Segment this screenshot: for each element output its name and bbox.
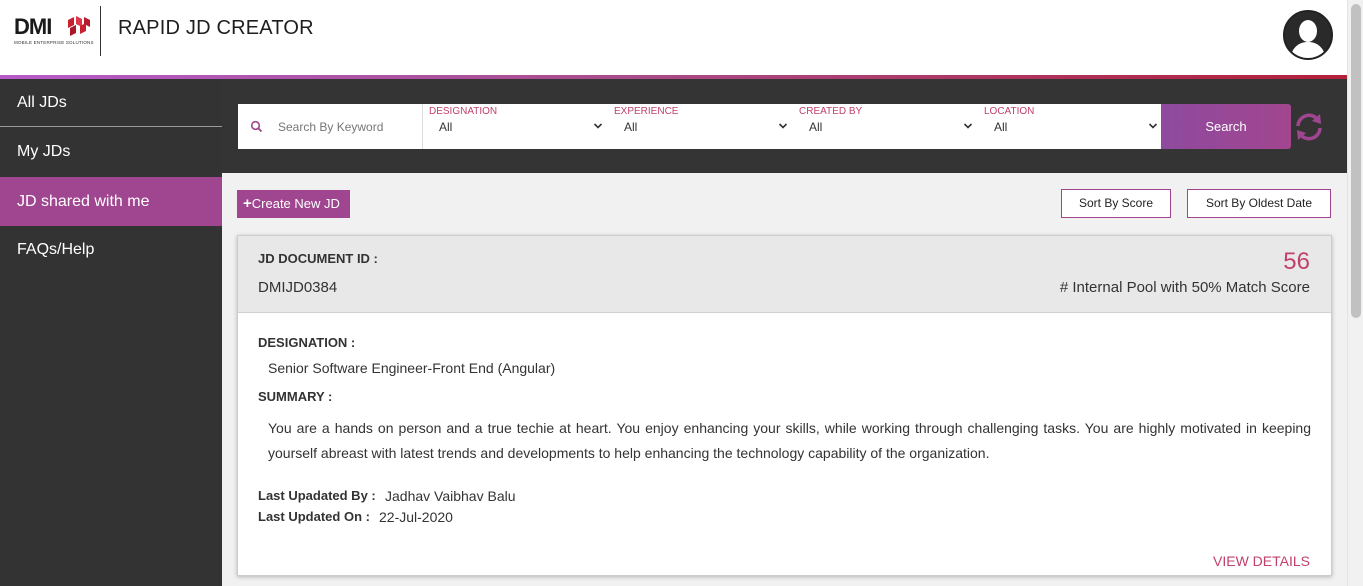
dmi-logo[interactable]: DMI MOBILE ENTERPRISE SOLUTIONS bbox=[14, 14, 94, 50]
logo-tagline: MOBILE ENTERPRISE SOLUTIONS bbox=[14, 40, 94, 45]
sidebar-item-my-jds[interactable]: My JDs bbox=[0, 128, 222, 176]
dropdown-label: DESIGNATION bbox=[429, 106, 498, 117]
refresh-icon[interactable] bbox=[1293, 111, 1325, 143]
app-header: DMI MOBILE ENTERPRISE SOLUTIONS RAPID JD… bbox=[0, 0, 1347, 75]
chevron-down-icon bbox=[778, 123, 788, 129]
scrollbar-thumb[interactable] bbox=[1351, 4, 1361, 318]
dropdown-label: EXPERIENCE bbox=[614, 106, 679, 117]
summary-label: SUMMARY : bbox=[258, 389, 333, 404]
sort-by-oldest-date-button[interactable]: Sort By Oldest Date bbox=[1187, 189, 1331, 218]
search-input[interactable] bbox=[278, 114, 418, 139]
jd-card-header: JD DOCUMENT ID : DMIJD0384 56 # Internal… bbox=[238, 236, 1331, 313]
designation-dropdown[interactable]: DESIGNATION All bbox=[423, 104, 608, 149]
sort-by-score-button[interactable]: Sort By Score bbox=[1061, 189, 1171, 218]
dropdown-value: All bbox=[624, 120, 638, 134]
search-box: DESIGNATION All EXPERIENCE All CREATED B… bbox=[238, 104, 1161, 149]
dropdown-label: LOCATION bbox=[984, 106, 1035, 117]
location-dropdown[interactable]: LOCATION All bbox=[978, 104, 1161, 149]
match-score: 56 bbox=[1283, 248, 1310, 275]
logo-mark-icon bbox=[68, 16, 90, 36]
search-panel: DESIGNATION All EXPERIENCE All CREATED B… bbox=[222, 79, 1347, 173]
chevron-down-icon bbox=[963, 123, 973, 129]
sidebar-item-all-jds[interactable]: All JDs bbox=[0, 79, 222, 127]
header-divider bbox=[100, 6, 101, 56]
doc-id-label: JD DOCUMENT ID : bbox=[258, 251, 378, 266]
jd-card: JD DOCUMENT ID : DMIJD0384 56 # Internal… bbox=[237, 235, 1332, 576]
chevron-down-icon bbox=[1148, 123, 1158, 129]
user-avatar-icon bbox=[1285, 12, 1331, 58]
sidebar-item-label: All JDs bbox=[17, 94, 67, 111]
app-title: RAPID JD CREATOR bbox=[118, 17, 314, 39]
created-by-dropdown[interactable]: CREATED BY All bbox=[793, 104, 978, 149]
create-button-label: Create New JD bbox=[251, 196, 340, 211]
updated-on-value: 22-Jul-2020 bbox=[379, 509, 453, 525]
designation-value: Senior Software Engineer-Front End (Angu… bbox=[268, 360, 556, 376]
create-new-jd-button[interactable]: +Create New JD bbox=[237, 190, 350, 218]
sidebar: All JDs My JDs JD shared with me FAQs/He… bbox=[0, 79, 222, 586]
dropdown-value: All bbox=[809, 120, 823, 134]
keyword-search bbox=[238, 104, 423, 149]
view-details-link[interactable]: VIEW DETAILS bbox=[1213, 553, 1310, 569]
updated-by-value: Jadhav Vaibhav Balu bbox=[385, 488, 516, 504]
logo-text: DMI bbox=[14, 14, 52, 39]
doc-id-value: DMIJD0384 bbox=[258, 279, 338, 296]
sidebar-item-jd-shared[interactable]: JD shared with me bbox=[0, 177, 222, 226]
page-scrollbar[interactable] bbox=[1347, 0, 1363, 586]
sidebar-item-faqs-help[interactable]: FAQs/Help bbox=[0, 226, 222, 274]
sidebar-item-label: My JDs bbox=[17, 143, 71, 160]
experience-dropdown[interactable]: EXPERIENCE All bbox=[608, 104, 793, 149]
search-button[interactable]: Search bbox=[1161, 104, 1291, 149]
match-score-caption: # Internal Pool with 50% Match Score bbox=[1059, 279, 1310, 296]
sidebar-item-label: JD shared with me bbox=[17, 193, 150, 210]
designation-label: DESIGNATION : bbox=[258, 335, 356, 350]
dropdown-value: All bbox=[994, 120, 1008, 134]
plus-icon: + bbox=[243, 195, 252, 212]
updated-on-label: Last Updated On : bbox=[258, 509, 370, 524]
sidebar-item-label: FAQs/Help bbox=[17, 241, 95, 258]
search-icon bbox=[250, 120, 263, 133]
dropdown-label: CREATED BY bbox=[799, 106, 863, 117]
dropdown-value: All bbox=[439, 120, 453, 134]
summary-text: You are a hands on person and a true tec… bbox=[268, 420, 1311, 461]
chevron-down-icon bbox=[593, 123, 603, 129]
user-avatar[interactable] bbox=[1283, 10, 1333, 60]
updated-by-label: Last Upadated By : bbox=[258, 488, 376, 503]
